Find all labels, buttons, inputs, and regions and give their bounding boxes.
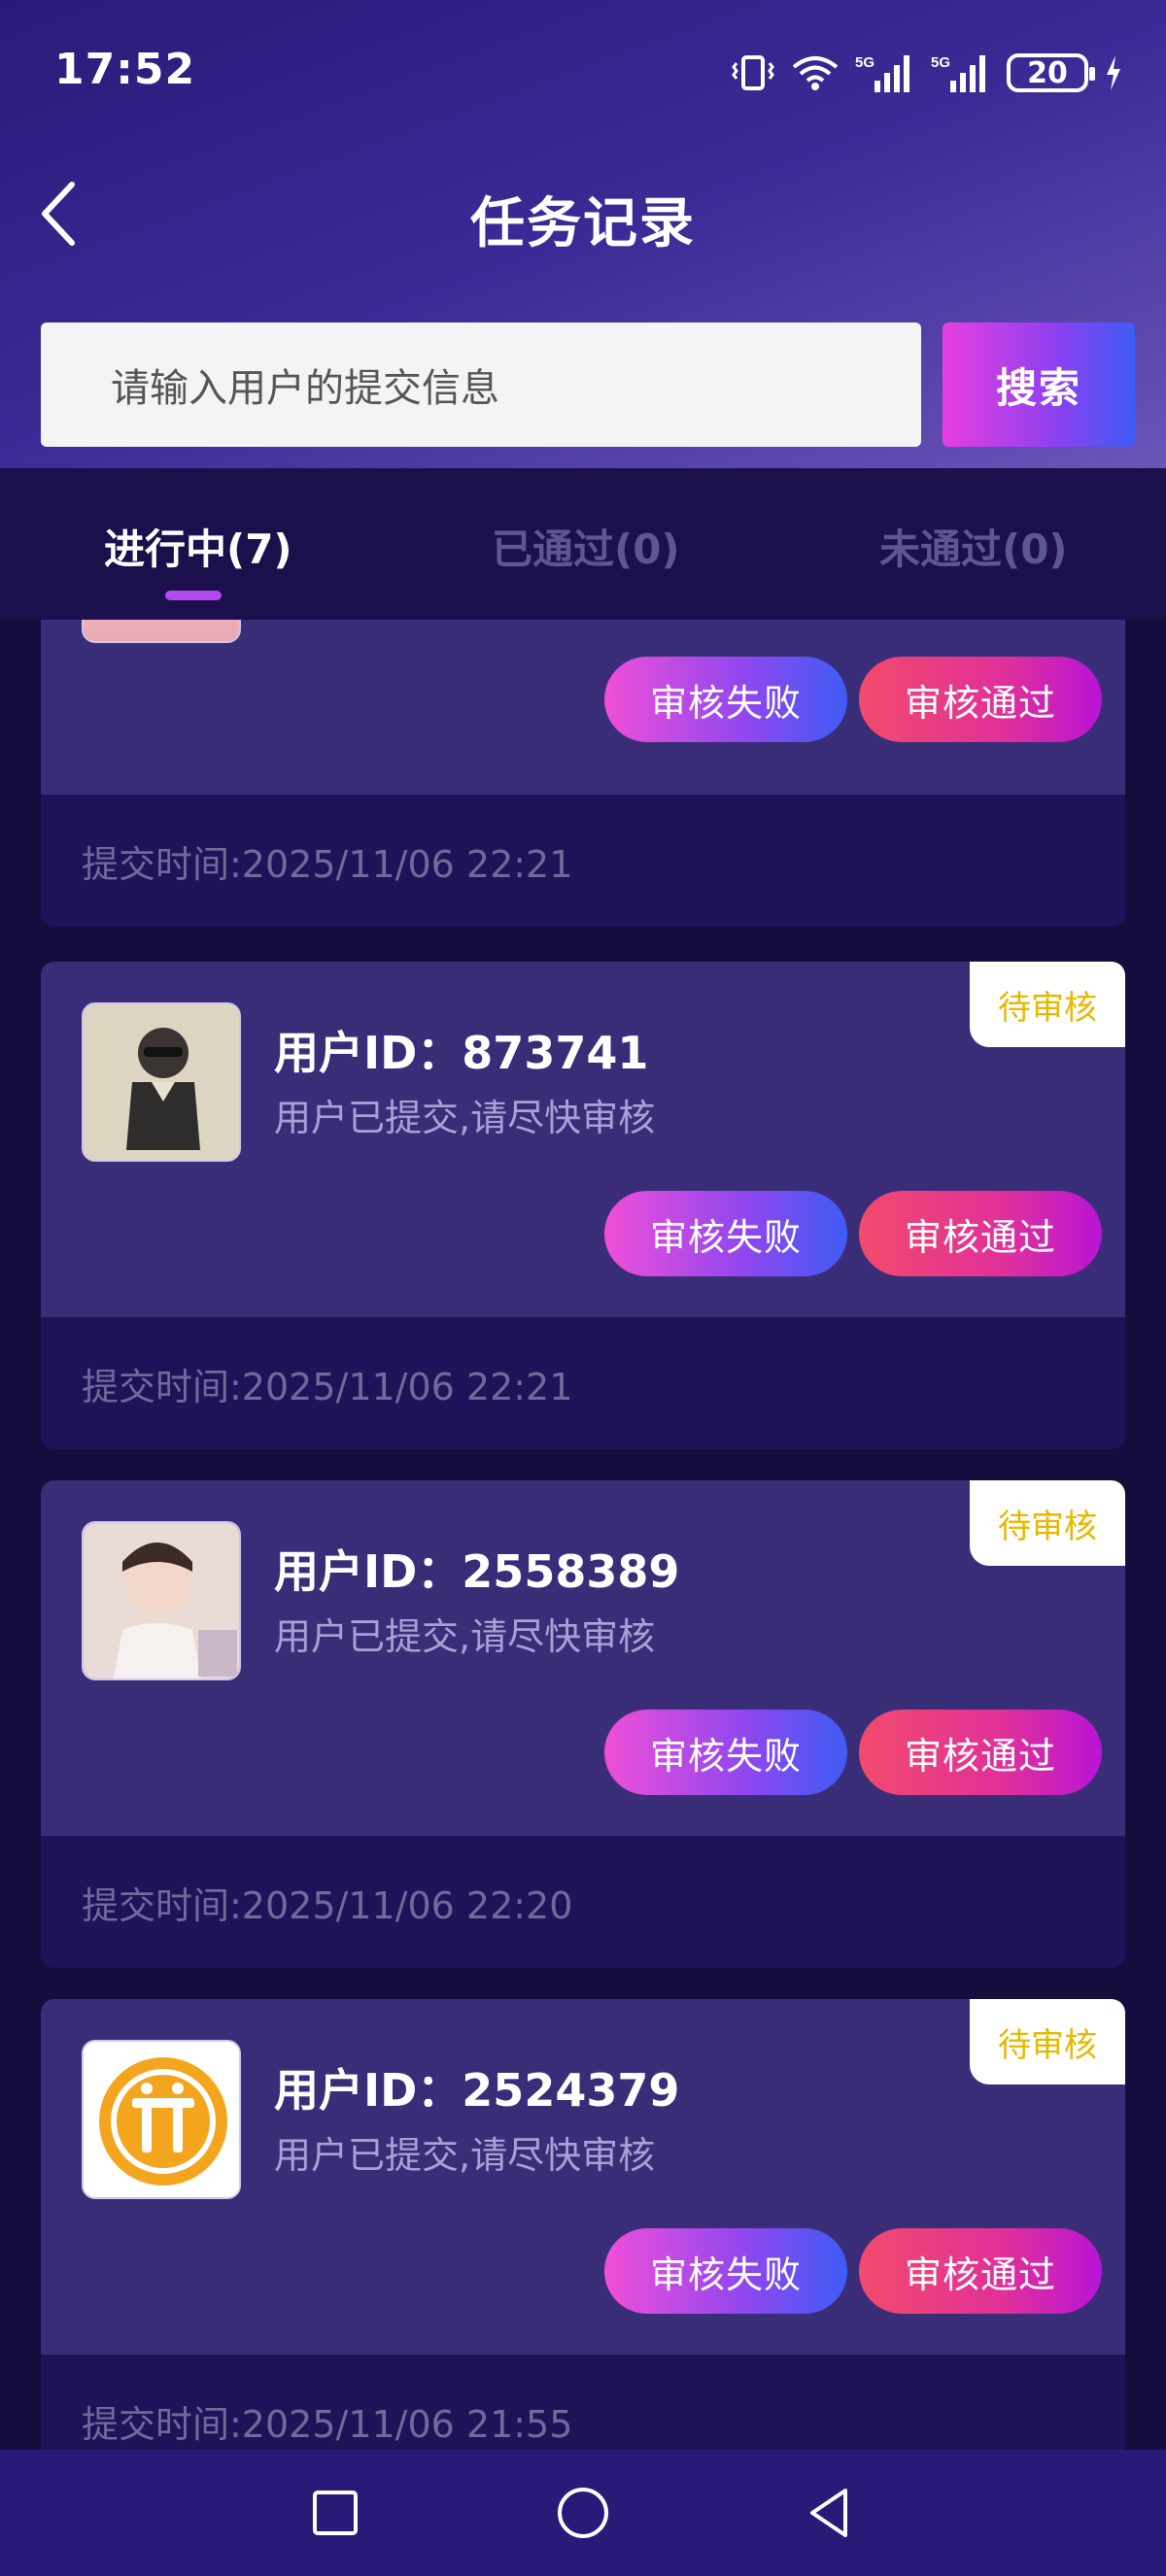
submit-time: 提交时间:2025/11/06 21:55	[41, 2355, 1125, 2450]
tab-failed[interactable]: 未通过(0)	[879, 517, 1068, 576]
card-body: 用户ID：873741 用户已提交,请尽快审核 待审核 审核失败 审核通过	[41, 962, 1125, 1317]
task-list[interactable]: 审核失败 审核通过 提交时间:2025/11/06 22:21 用户ID：873…	[0, 620, 1166, 2450]
battery-icon: 20	[1007, 53, 1095, 92]
network-label-b: 5G	[931, 54, 950, 71]
search-input[interactable]: 请输入用户的提交信息	[41, 322, 921, 447]
status-icons: 5G 5G 20	[731, 49, 1123, 97]
signal-icon-1: 5G	[855, 51, 915, 94]
recent-apps-icon[interactable]	[301, 2479, 369, 2547]
submit-time: 提交时间:2025/11/06 22:21	[41, 795, 1125, 927]
user-id: 用户ID：2558389	[274, 1545, 680, 1598]
pi-logo-icon	[84, 2042, 239, 2197]
avatar	[82, 2040, 241, 2199]
signal-icon-2: 5G	[931, 51, 991, 94]
avatar	[82, 1521, 241, 1680]
submit-time: 提交时间:2025/11/06 22:21	[41, 1317, 1125, 1449]
battery-level: 20	[1027, 55, 1068, 90]
user-id: 用户ID：873741	[274, 1027, 649, 1079]
approve-button[interactable]: 审核通过	[859, 657, 1102, 742]
tab-active-indicator	[165, 591, 222, 600]
wifi-icon	[791, 53, 840, 92]
tab-in-progress[interactable]: 进行中(7)	[104, 517, 292, 576]
list-item: 用户ID：873741 用户已提交,请尽快审核 待审核 审核失败 审核通过 提交…	[41, 962, 1125, 1449]
page-title: 任务记录	[470, 192, 696, 255]
status-badge: 待审核	[970, 1480, 1125, 1566]
list-item: 审核失败 审核通过 提交时间:2025/11/06 22:21	[41, 620, 1125, 927]
status-badge: 待审核	[970, 1999, 1125, 2085]
tab-bar: 进行中(7) 已通过(0) 未通过(0)	[0, 468, 1166, 620]
vibrate-icon	[731, 53, 775, 92]
approve-button[interactable]: 审核通过	[859, 1710, 1102, 1795]
tab-passed[interactable]: 已通过(0)	[492, 517, 680, 576]
user-subtitle: 用户已提交,请尽快审核	[274, 2134, 656, 2177]
search-button[interactable]: 搜索	[943, 322, 1135, 447]
avatar	[82, 1002, 241, 1162]
approve-button[interactable]: 审核通过	[859, 2228, 1102, 2314]
search-placeholder: 请输入用户的提交信息	[111, 366, 499, 411]
reject-button[interactable]: 审核失败	[604, 657, 847, 742]
status-bar: 17:52 5G 5G 20	[0, 0, 1166, 146]
card-body: 用户ID：2558389 用户已提交,请尽快审核 待审核 审核失败 审核通过	[41, 1480, 1125, 1836]
reject-button[interactable]: 审核失败	[604, 1710, 847, 1795]
charging-icon	[1104, 53, 1123, 92]
user-subtitle: 用户已提交,请尽快审核	[274, 1615, 656, 1658]
list-item: 用户ID：2524379 用户已提交,请尽快审核 待审核 审核失败 审核通过 提…	[41, 1999, 1125, 2450]
user-id: 用户ID：2524379	[274, 2064, 680, 2117]
home-icon[interactable]	[549, 2479, 617, 2547]
avatar	[82, 620, 241, 643]
list-item: 用户ID：2558389 用户已提交,请尽快审核 待审核 审核失败 审核通过 提…	[41, 1480, 1125, 1968]
card-body: 用户ID：2524379 用户已提交,请尽快审核 待审核 审核失败 审核通过	[41, 1999, 1125, 2355]
submit-time: 提交时间:2025/11/06 22:20	[41, 1836, 1125, 1968]
reject-button[interactable]: 审核失败	[604, 1191, 847, 1276]
reject-button[interactable]: 审核失败	[604, 2228, 847, 2314]
status-badge: 待审核	[970, 962, 1125, 1047]
back-icon[interactable]	[797, 2479, 865, 2547]
system-nav-bar	[0, 2450, 1166, 2576]
card-body: 审核失败 审核通过	[41, 620, 1125, 795]
network-label-a: 5G	[855, 54, 874, 71]
status-time: 17:52	[54, 45, 196, 94]
user-subtitle: 用户已提交,请尽快审核	[274, 1097, 656, 1139]
approve-button[interactable]: 审核通过	[859, 1191, 1102, 1276]
